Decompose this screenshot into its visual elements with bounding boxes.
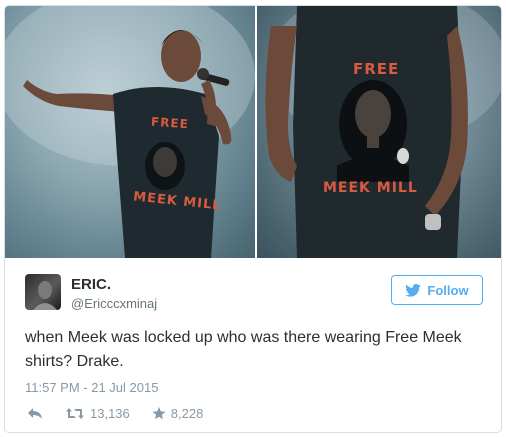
tweet-media[interactable]: FREE MEEK MILL FREE MEEK MILL	[5, 6, 501, 258]
avatar[interactable]	[25, 274, 61, 310]
tweet-actions: 13,136 8,228	[27, 406, 225, 421]
star-icon	[152, 407, 166, 420]
shirt-text-meek-mill-right: MEEK MILL	[323, 180, 418, 196]
like-count: 8,228	[170, 406, 204, 421]
twitter-bird-icon	[405, 283, 422, 297]
shirt-text-free-right: FREE	[353, 60, 400, 78]
tweet-text: when Meek was locked up who was there we…	[25, 329, 462, 370]
author-handle[interactable]: @Ericccxminaj	[71, 296, 157, 311]
media-photo-left[interactable]: FREE MEEK MILL	[5, 6, 255, 258]
retweet-icon	[66, 408, 84, 419]
retweet-button[interactable]: 13,136	[65, 406, 130, 421]
performer-silhouette-left	[5, 6, 255, 258]
tweet-header: ERIC. @Ericccxminaj Follow	[25, 274, 485, 318]
retweet-count: 13,136	[90, 406, 130, 421]
author-name[interactable]: ERIC.	[71, 276, 111, 293]
follow-label: Follow	[427, 282, 469, 298]
reply-button[interactable]	[27, 407, 43, 420]
performer-silhouette-right	[265, 6, 501, 258]
follow-button[interactable]: Follow	[391, 275, 483, 305]
shirt-text-free-left: FREE	[150, 114, 190, 132]
tweet-timestamp[interactable]: 11:57 PM - 21 Jul 2015	[25, 380, 158, 395]
reply-icon	[28, 408, 42, 419]
embedded-tweet-card: FREE MEEK MILL FREE MEEK MILL ERIC. @Eri…	[4, 5, 502, 433]
profile-photo-icon	[33, 281, 57, 310]
like-button[interactable]: 8,228	[152, 406, 204, 421]
media-photo-right[interactable]: FREE MEEK MILL	[257, 6, 501, 258]
